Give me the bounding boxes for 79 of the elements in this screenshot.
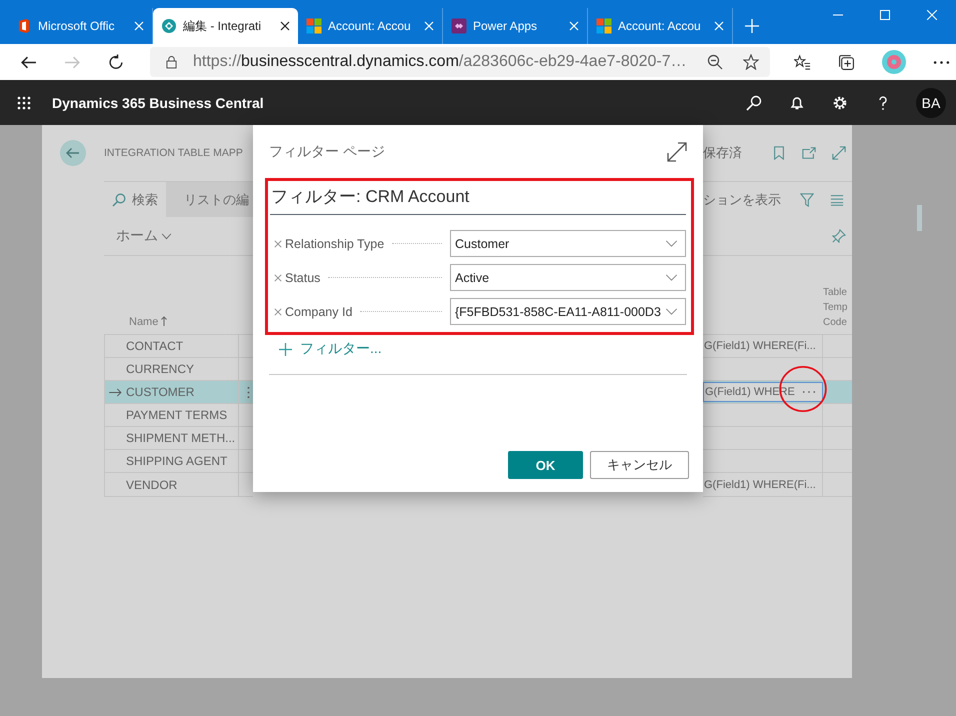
bookmark-icon[interactable] <box>772 146 786 160</box>
column-header[interactable]: Name <box>129 316 158 328</box>
table-cell: VENDOR <box>126 478 178 492</box>
filter-heading: フィルター: CRM Account <box>270 185 686 215</box>
settings-icon[interactable] <box>832 94 848 110</box>
windows-logo-icon <box>306 18 322 34</box>
table-cell: CURRENCY <box>126 362 194 376</box>
add-icon[interactable] <box>279 342 292 356</box>
search-button[interactable]: 検索 <box>104 182 166 217</box>
app-launcher-icon[interactable] <box>17 96 31 110</box>
table-cell: CUSTOMER <box>126 385 194 399</box>
filter-dropdown[interactable]: Active <box>450 264 686 291</box>
list-icon[interactable] <box>830 192 844 206</box>
home-menu[interactable]: ホーム <box>104 227 172 245</box>
add-filter-link[interactable]: フィルター... <box>300 340 382 358</box>
user-avatar[interactable]: BA <box>916 88 946 118</box>
search-icon <box>112 192 126 206</box>
profile-avatar-icon[interactable] <box>882 50 906 74</box>
office-logo-icon <box>16 18 32 34</box>
tab-title: Account: Accou <box>328 19 412 33</box>
bell-icon[interactable] <box>789 94 805 110</box>
chevron-down-icon <box>665 240 678 247</box>
column-header[interactable]: Table Temp Code <box>823 285 852 330</box>
show-options-button[interactable]: ションを表示 <box>703 190 781 208</box>
filter-icon[interactable] <box>800 192 814 206</box>
chevron-down-icon <box>161 232 172 240</box>
scrollbar-thumb[interactable] <box>917 205 922 231</box>
filter-label: Company Id <box>285 304 352 318</box>
maximize-icon[interactable] <box>880 10 890 20</box>
star-icon[interactable] <box>742 54 759 70</box>
table-cell-text: G(Field1) WHERE(Fi... <box>703 478 817 490</box>
table-cell-text: G(Field1) WHERE(Fi... <box>703 340 817 352</box>
cancel-button[interactable]: キャンセル <box>590 451 689 479</box>
remove-filter-icon[interactable] <box>274 308 282 316</box>
arrow-icon <box>109 388 122 396</box>
favorites-icon[interactable] <box>794 54 811 70</box>
refresh-icon[interactable] <box>108 54 125 70</box>
diamond-logo-icon <box>451 18 467 34</box>
search-icon[interactable] <box>746 94 762 110</box>
lock-icon <box>166 55 177 69</box>
pin-icon[interactable] <box>832 229 846 243</box>
url-text: https://businesscentral.dynamics.com/a283606c-eb29-4ae7-8020-7… <box>193 53 687 71</box>
table-cell: SHIPMENT METH... <box>126 431 236 445</box>
address-field[interactable]: https://businesscentral.dynamics.com/a283606c-eb29-4ae7-8020-7… <box>150 47 770 77</box>
windows-logo-icon <box>596 18 612 34</box>
tab-title: 編集 - Integrati <box>183 18 262 34</box>
chevron-down-icon <box>665 274 678 281</box>
app-logo-icon <box>161 18 177 34</box>
kebab-icon[interactable] <box>247 386 250 398</box>
ok-button[interactable]: OK <box>508 451 583 479</box>
expand-icon[interactable] <box>667 142 687 162</box>
tab-title: Microsoft Offic <box>38 19 116 33</box>
app-title: Dynamics 365 Business Central <box>52 94 264 110</box>
filter-dropdown[interactable]: Customer <box>450 230 686 257</box>
back-button[interactable] <box>60 140 86 166</box>
remove-filter-icon[interactable] <box>274 274 282 282</box>
filter-label: Status <box>285 270 320 284</box>
tab-title: Account: Accou <box>618 19 702 33</box>
filter-dropdown[interactable]: {F5FBD531-858C-EA11-A811-000D3 <box>450 298 686 325</box>
remove-filter-icon[interactable] <box>274 240 282 248</box>
close-icon[interactable] <box>280 21 290 31</box>
dialog-title: フィルター ページ <box>269 142 385 160</box>
filter-label: Relationship Type <box>285 236 384 250</box>
sort-ascending-icon <box>161 316 168 326</box>
collections-icon[interactable] <box>838 54 855 70</box>
zoom-out-icon[interactable] <box>706 54 723 70</box>
new-tab-icon[interactable] <box>745 19 759 33</box>
table-cell: SHIPPING AGENT <box>126 454 228 468</box>
table-cell: PAYMENT TERMS <box>126 408 228 422</box>
page-title: INTEGRATION TABLE MAPP <box>104 147 243 159</box>
browser-tab[interactable]: 編集 - Integrati <box>153 8 298 44</box>
tab-title: Power Apps <box>473 19 538 33</box>
chevron-down-icon <box>665 308 678 315</box>
open-new-window-icon[interactable] <box>802 146 816 160</box>
table-cell: CONTACT <box>126 339 184 353</box>
edit-list-button[interactable]: リストの編 <box>166 182 253 217</box>
table-row[interactable]: VENDOR <box>105 473 253 496</box>
table-row[interactable]: CUSTOMER <box>105 381 253 404</box>
saved-status: 保存済 <box>703 144 742 162</box>
